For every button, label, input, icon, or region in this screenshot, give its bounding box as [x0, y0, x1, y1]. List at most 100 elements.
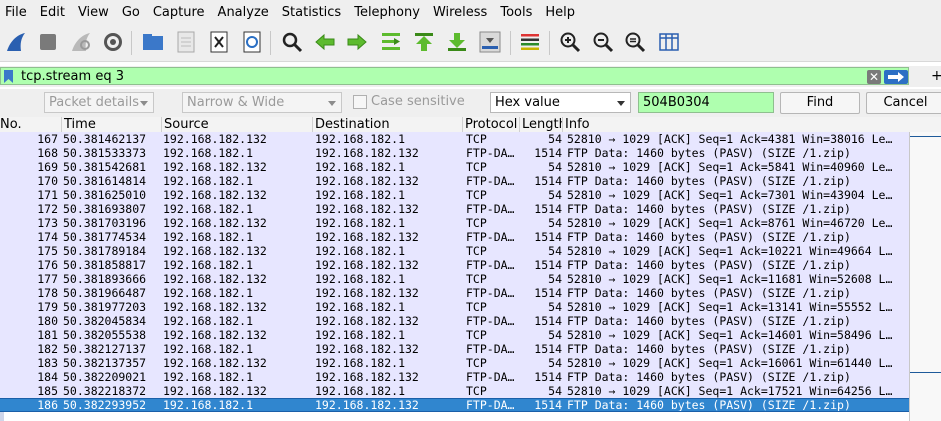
cell-no: 186	[37, 399, 58, 411]
column-header-time[interactable]: Time	[62, 117, 162, 132]
menu-help[interactable]: Help	[539, 0, 575, 25]
cell-dst: 192.168.182.132	[315, 286, 419, 300]
restart-capture-icon[interactable]	[68, 29, 94, 55]
menu-capture[interactable]: Capture	[147, 0, 205, 25]
cell-src: 192.168.182.132	[163, 272, 267, 286]
column-header-source[interactable]: Source	[162, 117, 313, 132]
apply-filter-arrow-icon[interactable]	[884, 70, 908, 84]
table-row[interactable]: 168 50.381533373 192.168.182.1 192.168.182.…	[0, 146, 909, 160]
go-first-packet-icon[interactable]	[411, 29, 437, 55]
go-forward-arrow-icon[interactable]	[344, 29, 370, 55]
cell-proto: TCP	[466, 244, 487, 258]
search-type-value: Hex value	[495, 95, 560, 110]
go-last-packet-icon[interactable]	[444, 29, 470, 55]
cell-dst: 192.168.182.132	[315, 258, 419, 272]
table-row[interactable]: 177 50.381893666 192.168.182.132 192.168.18…	[0, 272, 909, 286]
search-in-value: Packet details	[49, 95, 139, 110]
cell-info: FTP Data: 1460 bytes (PASV) (SIZE /1.zip…	[567, 146, 851, 160]
table-row[interactable]: 183 50.382137357 192.168.182.132 192.168.18…	[0, 356, 909, 370]
cell-info: 52810 → 1029 [ACK] Seq=1 Ack=16061 Win=6…	[567, 356, 893, 370]
find-packet-icon[interactable]	[279, 29, 305, 55]
cell-time: 50.382209021	[63, 370, 147, 384]
menu-statistics[interactable]: Statistics	[276, 0, 341, 25]
table-row[interactable]: 181 50.382055538 192.168.182.132 192.168.18…	[0, 328, 909, 342]
table-row[interactable]: 173 50.381703196 192.168.182.132 192.168.18…	[0, 216, 909, 230]
colorize-list-icon[interactable]	[517, 29, 543, 55]
menu-telephony[interactable]: Telephony	[348, 0, 420, 25]
cancel-button[interactable]: Cancel	[866, 92, 941, 114]
table-row[interactable]: 179 50.381977203 192.168.182.132 192.168.18…	[0, 300, 909, 314]
cell-no: 178	[37, 286, 58, 300]
close-file-icon[interactable]	[206, 29, 232, 55]
menu-file[interactable]: File	[0, 0, 27, 25]
clear-filter-icon[interactable]: ✕	[867, 70, 881, 84]
menu-view[interactable]: View	[72, 0, 109, 25]
column-header-protocol[interactable]: Protocol	[463, 117, 520, 132]
cell-len: 54	[548, 384, 562, 398]
menu-analyze[interactable]: Analyze	[212, 0, 269, 25]
packet-minimap-scrollbar[interactable]	[909, 132, 941, 421]
menu-edit[interactable]: Edit	[34, 0, 65, 25]
zoom-out-icon[interactable]	[590, 29, 616, 55]
table-row[interactable]: 171 50.381625010 192.168.182.132 192.168.18…	[0, 188, 909, 202]
cell-src: 192.168.182.132	[163, 188, 267, 202]
bookmark-icon[interactable]	[3, 70, 14, 83]
open-folder-icon[interactable]	[140, 29, 166, 55]
zoom-normal-icon[interactable]	[622, 29, 648, 55]
cell-time: 50.382045834	[63, 314, 147, 328]
save-file-icon[interactable]	[173, 29, 199, 55]
zoom-in-icon[interactable]	[557, 29, 583, 55]
column-header-destination[interactable]: Destination	[313, 117, 463, 132]
find-button[interactable]: Find	[780, 92, 860, 114]
search-in-select[interactable]: Packet details	[44, 92, 154, 113]
table-row[interactable]: 172 50.381693807 192.168.182.1 192.168.182.…	[0, 202, 909, 216]
cell-src: 192.168.182.1	[163, 399, 254, 411]
table-row[interactable]: 176 50.381858817 192.168.182.1 192.168.182.…	[0, 258, 909, 272]
resize-columns-icon[interactable]	[656, 29, 682, 55]
table-row[interactable]: 180 50.382045834 192.168.182.1 192.168.182.…	[0, 314, 909, 328]
stop-capture-icon[interactable]	[35, 29, 61, 55]
cell-len: 1514	[534, 146, 562, 160]
cell-info: 52810 → 1029 [ACK] Seq=1 Ack=14601 Win=5…	[567, 328, 893, 342]
char-width-select[interactable]: Narrow & Wide	[182, 92, 342, 113]
go-to-packet-icon[interactable]	[378, 29, 404, 55]
display-filter-input[interactable]: tcp.stream eq 3 ✕	[0, 67, 909, 85]
cell-proto: FTP-DA…	[466, 286, 515, 300]
cell-time: 50.381625010	[63, 188, 147, 202]
search-value-input[interactable]: 504B0304	[638, 92, 774, 113]
packet-list[interactable]: 167 50.381462137 192.168.182.132 192.168.18…	[0, 132, 909, 421]
table-row[interactable]: 185 50.382218372 192.168.182.132 192.168.18…	[0, 384, 909, 398]
shark-fin-start-icon[interactable]	[3, 29, 29, 55]
table-row[interactable]: 178 50.381966487 192.168.182.1 192.168.182.…	[0, 286, 909, 300]
cell-info: FTP Data: 1460 bytes (PASV) (SIZE /1.zip…	[567, 342, 851, 356]
capture-options-gear-icon[interactable]	[100, 29, 126, 55]
cell-proto: TCP	[466, 272, 487, 286]
table-row[interactable]: 167 50.381462137 192.168.182.132 192.168.18…	[0, 132, 909, 146]
table-row[interactable]: 174 50.381774534 192.168.182.1 192.168.182.…	[0, 230, 909, 244]
table-row[interactable]: 175 50.381789184 192.168.182.132 192.168.18…	[0, 244, 909, 258]
chevron-down-icon	[140, 101, 148, 106]
column-header-info[interactable]: Info	[563, 117, 941, 132]
cell-proto: FTP-DA…	[466, 146, 515, 160]
cell-no: 183	[37, 356, 58, 370]
search-type-select[interactable]: Hex value	[490, 92, 631, 113]
table-row-selected[interactable]: 186 50.382293952 192.168.182.1 192.168.182.…	[0, 398, 909, 412]
reload-file-icon[interactable]	[239, 29, 265, 55]
table-row[interactable]: 169 50.381542681 192.168.182.132 192.168.18…	[0, 160, 909, 174]
column-header-no[interactable]: No.	[0, 117, 62, 132]
menu-wireless[interactable]: Wireless	[427, 0, 487, 25]
auto-scroll-icon[interactable]	[477, 29, 503, 55]
add-filter-button[interactable]: +	[931, 67, 941, 85]
go-back-arrow-icon[interactable]	[312, 29, 338, 55]
cell-no: 181	[37, 328, 58, 342]
cell-time: 50.382218372	[63, 384, 147, 398]
case-sensitive-label: Case sensitive	[371, 94, 465, 109]
case-sensitive-checkbox[interactable]	[353, 95, 367, 109]
table-row[interactable]: 170 50.381614814 192.168.182.1 192.168.182.…	[0, 174, 909, 188]
menu-tools[interactable]: Tools	[494, 0, 532, 25]
column-header-length[interactable]: Length	[520, 117, 563, 132]
menu-go[interactable]: Go	[116, 0, 140, 25]
cell-src: 192.168.182.1	[163, 342, 254, 356]
table-row[interactable]: 182 50.382127137 192.168.182.1 192.168.182.…	[0, 342, 909, 356]
table-row[interactable]: 184 50.382209021 192.168.182.1 192.168.182.…	[0, 370, 909, 384]
